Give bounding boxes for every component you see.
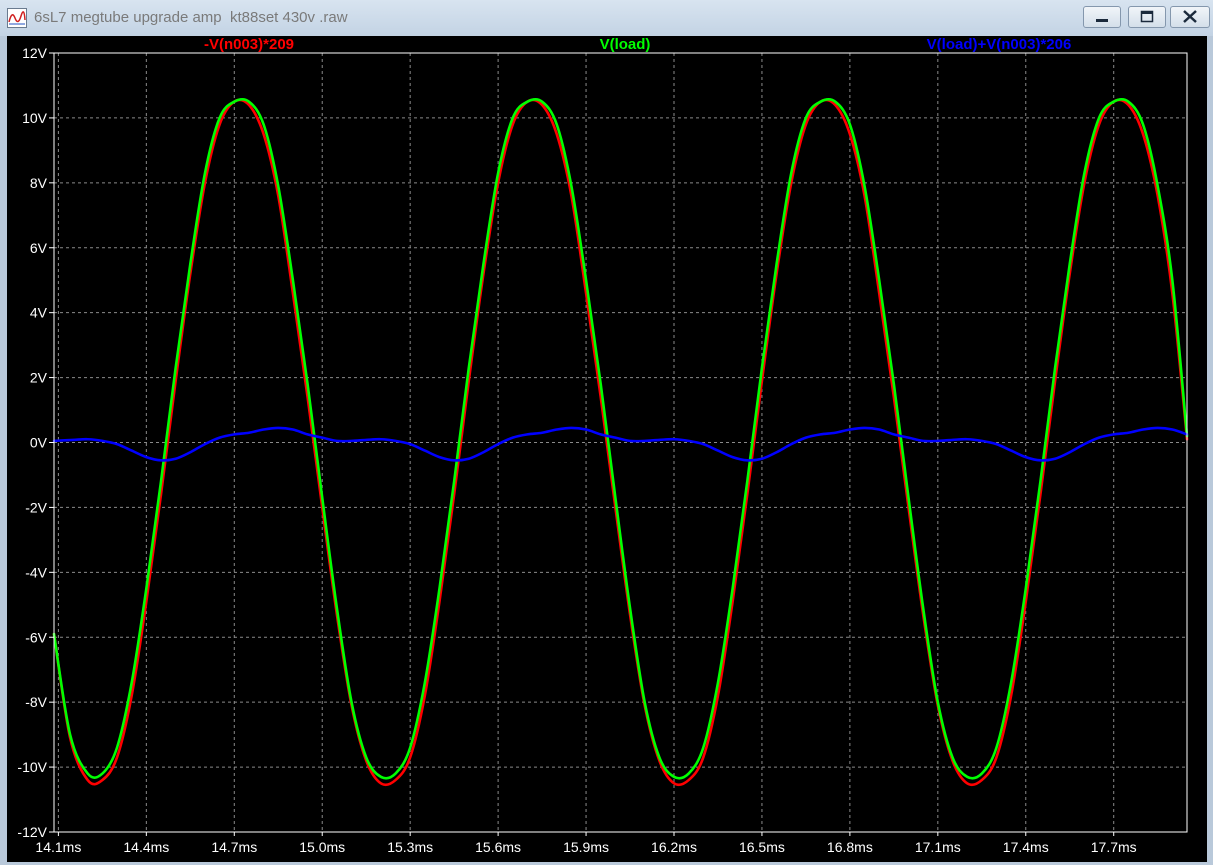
minimize-button[interactable] — [1083, 6, 1121, 28]
close-icon — [1183, 10, 1197, 23]
y-tick-label: 12V — [22, 45, 48, 61]
y-tick-label: -6V — [25, 629, 47, 645]
x-tick-label: 16.2ms — [651, 839, 697, 855]
title-bar[interactable]: 6sL7 megtube upgrade amp kt88set 430v .r… — [0, 0, 1213, 36]
minimize-icon — [1096, 19, 1108, 22]
y-tick-label: 0V — [30, 435, 48, 451]
legend-label[interactable]: V(load)+V(n003)*206 — [927, 36, 1072, 53]
maximize-button[interactable] — [1128, 6, 1166, 28]
waveform-icon — [7, 8, 27, 28]
legend: -V(n003)*209 V(load) V(load)+V(n003)*206 — [204, 36, 1071, 53]
x-tick-label: 16.5ms — [739, 839, 785, 855]
y-tick-label: -8V — [25, 694, 47, 710]
y-tick-label: 4V — [30, 305, 48, 321]
x-tick-label: 14.4ms — [123, 839, 169, 855]
x-tick-label: 14.1ms — [35, 839, 81, 855]
y-tick-label: 2V — [30, 370, 48, 386]
y-tick-label: -12V — [17, 824, 47, 840]
plot-pane[interactable]: 14.1ms 14.4ms 14.7ms 15.0ms 15.3ms 15.6ms 15.9… — [7, 36, 1207, 862]
legend-label[interactable]: -V(n003)*209 — [204, 36, 294, 53]
y-tick-label: -4V — [25, 564, 47, 580]
x-tick-label: 17.7ms — [1091, 839, 1137, 855]
y-tick-label: 8V — [30, 175, 48, 191]
y-tick-label: -2V — [25, 499, 47, 515]
waveform-chart[interactable]: 14.1ms 14.4ms 14.7ms 15.0ms 15.3ms 15.6ms 15.9… — [7, 36, 1207, 862]
close-button[interactable] — [1170, 6, 1210, 28]
x-tick-label: 15.6ms — [475, 839, 521, 855]
window-title: 6sL7 megtube upgrade amp kt88set 430v .r… — [34, 9, 348, 26]
x-tick-label: 14.7ms — [211, 839, 257, 855]
y-tick-label: 10V — [22, 110, 48, 126]
x-tick-label: 17.1ms — [915, 839, 961, 855]
series-line-2[interactable] — [52, 426, 1189, 462]
y-tick-label: 6V — [30, 240, 48, 256]
x-tick-label: 16.8ms — [827, 839, 873, 855]
x-tick-label: 15.9ms — [563, 839, 609, 855]
x-tick-label: 15.3ms — [387, 839, 433, 855]
waveform-viewer-window: 6sL7 megtube upgrade amp kt88set 430v .r… — [0, 0, 1213, 865]
y-tick-label: -10V — [17, 759, 47, 775]
x-tick-label: 17.4ms — [1003, 839, 1049, 855]
maximize-icon — [1140, 10, 1154, 23]
grid — [54, 52, 1187, 833]
x-tick-label: 15.0ms — [299, 839, 345, 855]
legend-label[interactable]: V(load) — [600, 36, 651, 53]
axis-ticks: 14.1ms 14.4ms 14.7ms 15.0ms 15.3ms 15.6ms 15.9… — [17, 45, 1136, 855]
